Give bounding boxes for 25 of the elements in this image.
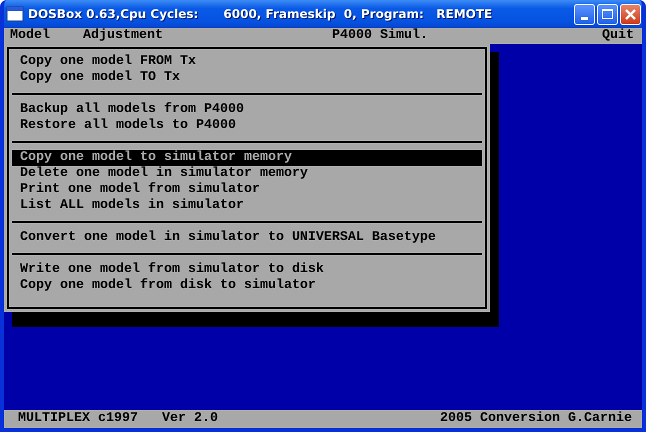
menu-option[interactable]: Copy one model FROM Tx — [12, 54, 482, 70]
menu-option[interactable]: List ALL models in simulator — [12, 198, 482, 214]
maximize-button[interactable] — [597, 4, 618, 24]
menu-option[interactable]: Copy one model to simulator memory — [12, 150, 482, 166]
status-text: MULTIPLEX c1997 Ver 2.0 — [18, 411, 218, 427]
status-text: 2005 Conversion G.Carnie — [440, 411, 632, 427]
window-title: DOSBox 0.63,Cpu Cycles: 6000, Frameskip 0, Program: REMOTE — [28, 7, 494, 21]
maximize-icon — [602, 9, 613, 19]
menu-option[interactable]: Copy one model from disk to simulator — [12, 278, 482, 294]
menu-item[interactable]: Adjustment — [83, 28, 332, 44]
close-button[interactable] — [620, 4, 641, 24]
minimize-button[interactable] — [574, 4, 595, 24]
window-icon — [6, 6, 24, 22]
menu-item[interactable]: Quit — [602, 28, 642, 44]
menu-option[interactable]: Write one model from simulator to disk — [12, 262, 482, 278]
menu-option[interactable]: Print one model from simulator — [12, 182, 482, 198]
minimize-icon — [581, 16, 588, 20]
menu-option[interactable]: Backup all models from P4000 — [12, 102, 482, 118]
menu-option[interactable]: Restore all models to P4000 — [12, 118, 482, 134]
close-icon — [625, 8, 636, 20]
menu-option[interactable]: Delete one model in simulator memory — [12, 166, 482, 182]
menu-option[interactable]: Convert one model in simulator to UNIVERSAL Basetype — [12, 230, 482, 246]
menu-option[interactable]: Copy one model TO Tx — [12, 70, 482, 86]
menu-item[interactable]: Model — [10, 28, 83, 44]
menu-item[interactable]: P4000 Simul. — [332, 28, 602, 44]
